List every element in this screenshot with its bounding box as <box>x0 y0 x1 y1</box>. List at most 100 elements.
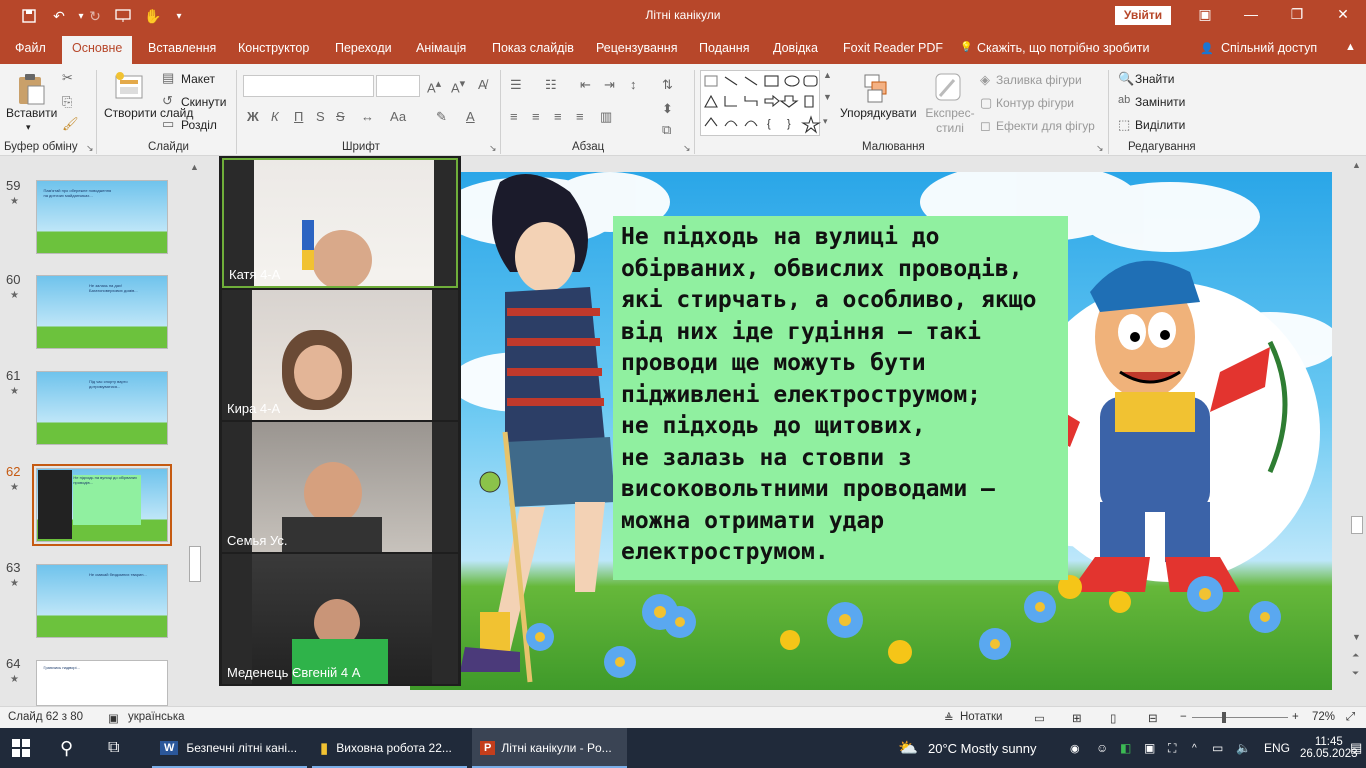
shape-effects-button[interactable]: Ефекти для фігур <box>996 119 1095 133</box>
font-family-select[interactable] <box>243 75 374 97</box>
sign-in-button[interactable]: Увійти <box>1115 6 1171 25</box>
tab-transitions[interactable]: Переходи <box>335 41 392 55</box>
video-tile-family[interactable]: Семья Ус. <box>222 422 458 552</box>
clipboard-launcher-icon[interactable]: ↘ <box>86 143 94 154</box>
highlight-icon[interactable]: ✎ <box>436 109 447 125</box>
paragraph-launcher-icon[interactable]: ↘ <box>683 143 691 154</box>
share-button[interactable]: Спільний доступ <box>1221 41 1317 55</box>
bold-button[interactable]: Ж <box>247 109 259 124</box>
zoom-slider-thumb[interactable] <box>1222 712 1226 723</box>
maximize-icon[interactable]: ❐ <box>1286 6 1308 26</box>
font-color-icon[interactable]: A <box>466 109 475 124</box>
tray-app-icon[interactable]: ⛶ <box>1168 728 1176 768</box>
paste-icon[interactable] <box>16 72 48 106</box>
strikethrough-button[interactable]: S <box>336 109 345 124</box>
minimize-icon[interactable]: — <box>1240 6 1262 26</box>
drawing-launcher-icon[interactable]: ↘ <box>1096 143 1104 154</box>
align-center-icon[interactable]: ≡ <box>532 109 540 124</box>
decrease-indent-icon[interactable]: ⇤ <box>580 77 591 93</box>
slide-sorter-icon[interactable]: ⊞ <box>1072 711 1082 725</box>
copy-icon[interactable]: ⎘ <box>62 94 72 110</box>
arrange-button[interactable]: Упорядкувати <box>840 106 917 120</box>
slide-thumbnail-59[interactable]: Пам'ятай про обережне поводження на дитя… <box>36 180 168 254</box>
video-tile-kyra[interactable]: Кира 4-А <box>222 290 458 420</box>
shape-fill-button[interactable]: Заливка фігури <box>996 73 1082 87</box>
spellcheck-icon[interactable]: ▣ <box>108 711 119 725</box>
align-left-icon[interactable]: ≡ <box>510 109 518 124</box>
reset-button[interactable]: Скинути <box>181 95 226 109</box>
numbering-icon[interactable]: ☷ <box>545 77 557 93</box>
tab-foxit[interactable]: Foxit Reader PDF <box>843 41 943 55</box>
new-slide-icon[interactable] <box>112 70 146 102</box>
paste-button[interactable]: Вставити <box>6 106 57 120</box>
scroll-thumb[interactable] <box>1351 516 1363 534</box>
slide-thumbnail-64[interactable]: Граючись надворі... <box>36 660 168 706</box>
zoom-slider[interactable] <box>1192 717 1288 718</box>
find-button[interactable]: Знайти <box>1135 72 1174 86</box>
notes-button[interactable]: Нотатки <box>960 711 1002 723</box>
font-launcher-icon[interactable]: ↘ <box>489 143 497 154</box>
scroll-down-icon[interactable]: ▼ <box>1352 632 1361 642</box>
scroll-up-icon[interactable]: ▲ <box>1352 160 1361 170</box>
zoom-in-icon[interactable]: + <box>1292 711 1299 723</box>
tab-file[interactable]: Файл <box>15 41 46 55</box>
normal-view-icon[interactable]: ▭ <box>1034 711 1045 725</box>
zoom-level[interactable]: 72% <box>1312 711 1335 723</box>
shadow-button[interactable]: S <box>316 109 325 124</box>
scroll-up-icon[interactable]: ▲ <box>190 162 199 172</box>
volume-icon[interactable]: 🔈 <box>1236 728 1251 768</box>
search-icon[interactable]: ⚲ <box>60 728 73 768</box>
shape-outline-button[interactable]: Контур фігури <box>996 96 1074 110</box>
quick-styles-icon[interactable] <box>932 70 964 104</box>
cut-icon[interactable]: ✂ <box>62 70 73 86</box>
reading-view-icon[interactable]: ▯ <box>1110 711 1116 725</box>
tab-help[interactable]: Довідка <box>773 41 818 55</box>
slide-thumbnail-60[interactable]: Не залазь на дах! Багатоповерхових домів… <box>36 275 168 349</box>
underline-button[interactable]: П <box>294 109 303 124</box>
show-hidden-icons[interactable]: ^ <box>1192 728 1197 768</box>
tab-view[interactable]: Подання <box>699 41 749 55</box>
change-case-button[interactable]: Аа <box>390 109 406 124</box>
collapse-ribbon-icon[interactable]: ▲ <box>1345 41 1356 53</box>
smartart-icon[interactable]: ⧉ <box>662 122 671 138</box>
taskbar-app-word[interactable]: W Безпечні літні кані... <box>152 728 307 768</box>
format-painter-icon[interactable]: 🖌 <box>62 116 79 132</box>
input-language[interactable]: ENG <box>1264 728 1290 768</box>
video-tile-katya[interactable]: Катя 4-А <box>222 158 458 288</box>
people-tray-icon[interactable]: ☺ <box>1096 728 1108 768</box>
scroll-thumb[interactable] <box>189 546 201 582</box>
taskbar-app-powerpoint[interactable]: P Літні канікули - Po... <box>472 728 627 768</box>
next-slide-icon[interactable]: ⏷ <box>1352 668 1359 679</box>
notification-tray-icon[interactable]: ▣ <box>1144 728 1155 768</box>
shrink-font-icon[interactable]: A▾ <box>451 77 465 95</box>
italic-button[interactable]: К <box>271 109 279 124</box>
arrange-icon[interactable] <box>862 72 892 104</box>
slide-thumbnail-62[interactable]: Не підходь на вулиці до обірваних провод… <box>36 468 168 542</box>
ribbon-display-icon[interactable]: ▣ <box>1194 6 1216 26</box>
windows-start-icon[interactable] <box>12 728 30 768</box>
thumbnails-scrollbar[interactable]: ▲ <box>188 160 202 700</box>
font-size-select[interactable] <box>376 75 420 97</box>
select-button[interactable]: Виділити <box>1135 118 1185 132</box>
char-spacing-icon[interactable]: ↔ <box>361 109 374 124</box>
columns-icon[interactable]: ▥ <box>600 109 612 125</box>
gallery-more-icon[interactable]: ▾ <box>823 116 828 127</box>
network-icon[interactable]: ▭ <box>1212 728 1223 768</box>
new-slide-button[interactable]: Створити слайд <box>104 106 193 120</box>
increase-indent-icon[interactable]: ⇥ <box>604 77 615 93</box>
slideshow-view-icon[interactable]: ⊟ <box>1148 711 1158 725</box>
tab-animations[interactable]: Анімація <box>416 41 466 55</box>
weather-text[interactable]: 20°C Mostly sunny <box>928 728 1037 768</box>
slide-thumbnail-63[interactable]: Не смикай бездомних тварин... <box>36 564 168 638</box>
previous-slide-icon[interactable]: ⏶ <box>1352 650 1359 661</box>
align-right-icon[interactable]: ≡ <box>554 109 562 124</box>
task-view-icon[interactable]: ⧉ <box>108 728 119 768</box>
action-center-icon[interactable]: ▤ <box>1350 728 1362 768</box>
slide-scrollbar[interactable]: ▲ ▼ ⏶ ⏷ <box>1348 156 1366 706</box>
clear-formatting-icon[interactable]: A̸ <box>478 77 487 92</box>
language-indicator[interactable]: українська <box>128 711 185 723</box>
slide-thumbnail-61[interactable]: Під час спорту варто дотримуватися... <box>36 371 168 445</box>
tab-insert[interactable]: Вставлення <box>148 41 216 55</box>
bullets-icon[interactable]: ☰ <box>510 77 522 93</box>
section-button[interactable]: Розділ <box>181 118 217 132</box>
